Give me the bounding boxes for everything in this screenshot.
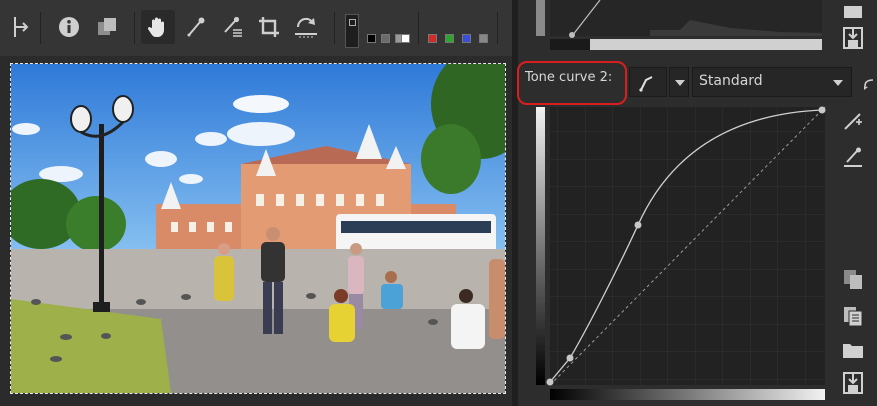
channel-green[interactable] [445,34,454,43]
channel-blue[interactable] [462,34,471,43]
preview-mode-button[interactable] [345,14,359,48]
color-picker-icon[interactable] [179,10,213,44]
toolbar-separator [134,12,135,44]
curve-type-value: Standard [699,73,763,89]
white-balance-picker-icon[interactable] [216,10,250,44]
toolbar-separator [497,12,498,44]
toolbar-separator [418,12,419,44]
tone-curve-graph[interactable] [530,104,830,402]
info-icon[interactable] [52,10,86,44]
curve-pen-icon [639,76,653,92]
open-folder-icon[interactable] [840,337,866,363]
reset-icon[interactable] [856,70,877,96]
output-gradient-bar [536,107,545,385]
straighten-icon[interactable] [289,10,323,44]
curve-edit-button[interactable] [629,67,667,97]
save-icon[interactable] [840,25,866,51]
toolbar-separator [334,12,335,44]
chevron-down-icon [675,80,685,86]
crop-icon[interactable] [252,10,286,44]
channel-luminance[interactable] [479,34,488,43]
preview-image[interactable] [10,63,506,394]
open-folder-icon[interactable] [840,0,866,26]
save-icon[interactable] [840,370,866,396]
annotation-highlight [517,61,627,105]
chevron-down-icon [833,80,843,86]
curve-type-select[interactable]: Standard [692,67,852,97]
curve-control-point[interactable] [818,106,826,114]
input-gradient-bar [550,389,825,400]
split-before-after-icon[interactable] [4,10,38,44]
preview-swatch-white[interactable] [401,34,410,43]
curve-type-dropdown-toggle[interactable] [669,67,689,97]
channel-red[interactable] [428,34,437,43]
pipette-line-icon[interactable] [840,144,866,170]
toolbar-separator [40,12,41,44]
edit-points-icon[interactable] [840,108,866,134]
copy-icon[interactable] [840,266,866,292]
previous-curve-graph[interactable] [530,0,830,56]
compare-icon[interactable] [90,10,124,44]
curve-control-point[interactable] [546,378,554,386]
paste-icon[interactable] [840,303,866,329]
editor-toolbar [0,0,516,57]
hand-icon[interactable] [141,10,175,44]
curve-control-point[interactable] [634,221,642,229]
preview-swatch-black[interactable] [367,34,376,43]
curve-control-point[interactable] [566,354,574,362]
preview-swatch-dark-grey[interactable] [381,34,390,43]
